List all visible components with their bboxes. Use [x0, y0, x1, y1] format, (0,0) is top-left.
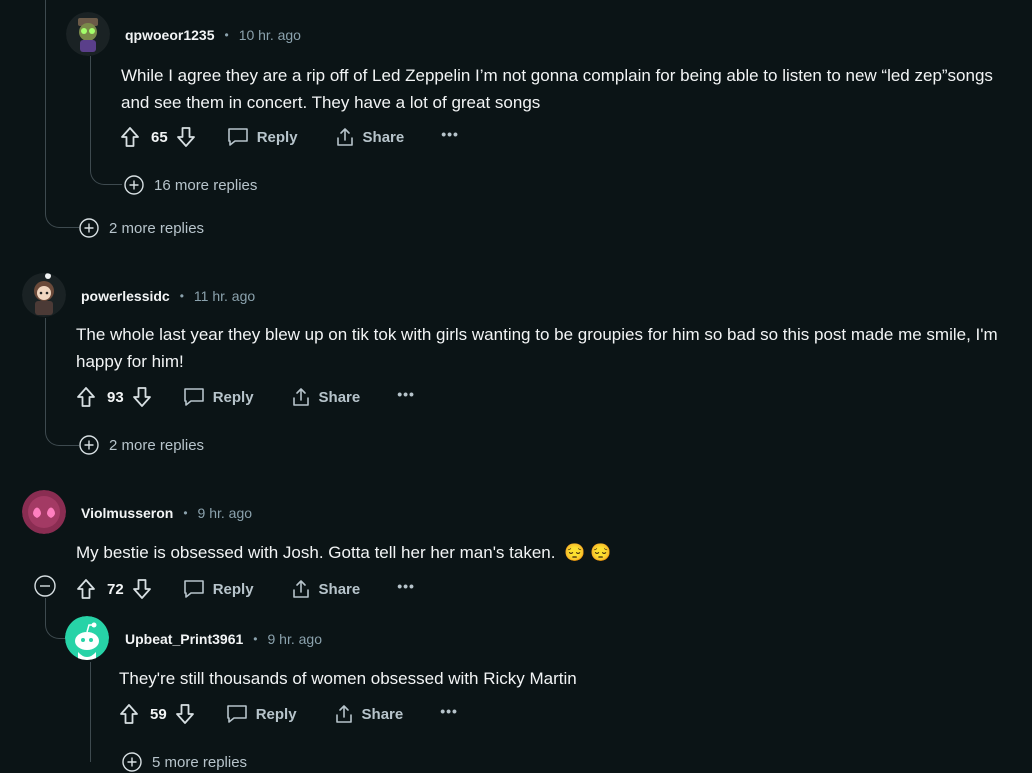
- timestamp[interactable]: 9 hr. ago: [198, 505, 253, 521]
- username[interactable]: powerlessidc: [81, 288, 170, 304]
- thread-line-elbow: [45, 612, 66, 639]
- downvote-icon[interactable]: [174, 703, 196, 725]
- reply-button[interactable]: Reply: [183, 387, 254, 407]
- separator-dot: •: [224, 28, 229, 42]
- timestamp[interactable]: 10 hr. ago: [239, 27, 301, 43]
- more-replies-link[interactable]: 2 more replies: [79, 217, 204, 239]
- thread-line[interactable]: [45, 318, 46, 430]
- vote-score: 59: [150, 705, 167, 723]
- plus-circle-icon: [122, 752, 142, 772]
- upvote-icon[interactable]: [75, 386, 97, 408]
- more-replies-label: 16 more replies: [154, 176, 258, 194]
- comment-actions: 72 Reply Share •••: [75, 575, 415, 603]
- more-replies-link[interactable]: 2 more replies: [79, 434, 204, 456]
- username[interactable]: Upbeat_Print3961: [125, 631, 243, 647]
- reply-label: Reply: [255, 705, 297, 723]
- more-options-button[interactable]: •••: [397, 386, 415, 402]
- upvote-icon[interactable]: [118, 703, 140, 725]
- downvote-icon[interactable]: [175, 126, 197, 148]
- share-label: Share: [318, 388, 361, 406]
- share-button[interactable]: Share: [334, 704, 404, 724]
- thread-line[interactable]: [45, 0, 46, 212]
- thread-line-elbow: [45, 418, 79, 446]
- vote-score: 72: [107, 580, 124, 598]
- upvote-icon[interactable]: [75, 578, 97, 600]
- separator-dot: •: [183, 506, 188, 520]
- share-icon: [335, 127, 355, 147]
- avatar[interactable]: [66, 12, 110, 56]
- plus-circle-icon: [124, 175, 144, 195]
- share-label: Share: [318, 580, 361, 598]
- timestamp[interactable]: 9 hr. ago: [267, 631, 322, 647]
- reply-button[interactable]: Reply: [226, 704, 297, 724]
- vote-score: 65: [151, 128, 168, 146]
- comment-actions: 93 Reply Share •••: [75, 383, 415, 411]
- share-button[interactable]: Share: [291, 579, 361, 599]
- downvote-icon[interactable]: [131, 578, 153, 600]
- more-replies-link[interactable]: 5 more replies: [122, 751, 247, 773]
- more-replies-label: 2 more replies: [109, 219, 205, 237]
- comment-header: Violmusseron • 9 hr. ago: [81, 502, 252, 524]
- comment-header: powerlessidc • 11 hr. ago: [81, 285, 255, 307]
- reply-label: Reply: [256, 128, 298, 146]
- comment-icon: [183, 387, 205, 407]
- upvote-icon[interactable]: [119, 126, 141, 148]
- reply-label: Reply: [212, 580, 254, 598]
- comment-icon: [227, 127, 249, 147]
- timestamp[interactable]: 11 hr. ago: [194, 288, 255, 304]
- more-options-button[interactable]: •••: [397, 578, 415, 594]
- more-options-button[interactable]: •••: [441, 126, 459, 142]
- avatar[interactable]: [22, 273, 66, 317]
- share-label: Share: [362, 128, 405, 146]
- comment-header: qpwoeor1235 • 10 hr. ago: [125, 24, 301, 46]
- thread-line[interactable]: [90, 662, 91, 762]
- separator-dot: •: [179, 289, 184, 303]
- minus-circle-icon: [34, 575, 56, 597]
- comment-text: The whole last year they blew up on tik …: [76, 325, 998, 371]
- comment-text: They're still thousands of women obsesse…: [119, 669, 577, 688]
- collapse-thread-button[interactable]: [34, 575, 56, 597]
- avatar[interactable]: [22, 490, 66, 534]
- more-options-button[interactable]: •••: [440, 703, 458, 719]
- comment-text: While I agree they are a rip off of Led …: [121, 66, 993, 112]
- share-icon: [291, 387, 311, 407]
- comment-text: My bestie is obsessed with Josh. Gotta t…: [76, 543, 556, 562]
- plus-circle-icon: [79, 218, 99, 238]
- pensive-emoji: 😔 😔: [564, 543, 612, 562]
- share-button[interactable]: Share: [335, 127, 405, 147]
- reply-button[interactable]: Reply: [183, 579, 254, 599]
- share-icon: [334, 704, 354, 724]
- share-icon: [291, 579, 311, 599]
- more-replies-label: 2 more replies: [109, 436, 205, 454]
- comment-header: Upbeat_Print3961 • 9 hr. ago: [125, 628, 322, 650]
- username[interactable]: qpwoeor1235: [125, 27, 214, 43]
- separator-dot: •: [253, 632, 258, 646]
- more-replies-label: 5 more replies: [152, 753, 248, 771]
- reply-button[interactable]: Reply: [227, 127, 298, 147]
- thread-line-elbow: [45, 200, 79, 228]
- more-replies-link[interactable]: 16 more replies: [124, 174, 257, 196]
- reply-label: Reply: [212, 388, 254, 406]
- avatar[interactable]: [65, 616, 109, 660]
- share-button[interactable]: Share: [291, 387, 361, 407]
- thread-line-elbow: [90, 56, 122, 185]
- comment-icon: [183, 579, 205, 599]
- downvote-icon[interactable]: [131, 386, 153, 408]
- vote-score: 93: [107, 388, 124, 406]
- comment-text-block: My bestie is obsessed with Josh. Gotta t…: [76, 539, 1016, 566]
- plus-circle-icon: [79, 435, 99, 455]
- share-label: Share: [361, 705, 404, 723]
- comment-actions: 59 Reply Share •••: [118, 700, 458, 728]
- username[interactable]: Violmusseron: [81, 505, 173, 521]
- comment-icon: [226, 704, 248, 724]
- comment-actions: 65 Reply Share •••: [119, 123, 459, 151]
